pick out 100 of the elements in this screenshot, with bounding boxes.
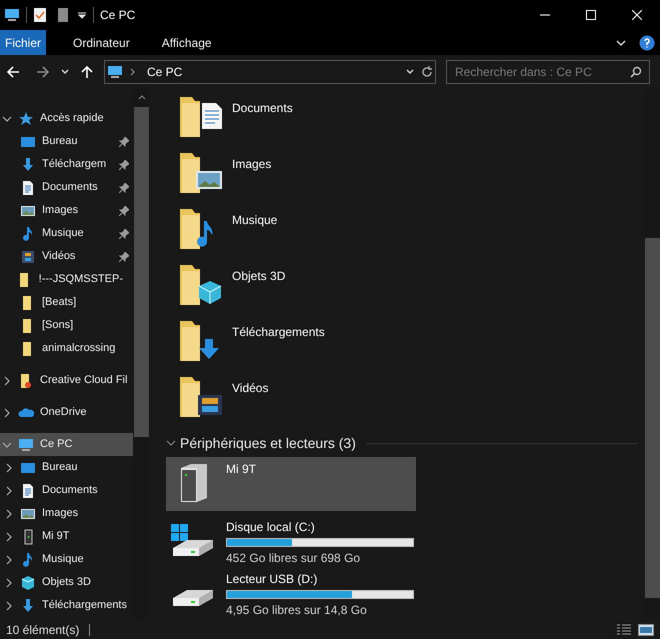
chevron-right-icon[interactable] [4, 462, 14, 472]
chevron-down-icon[interactable] [405, 67, 415, 77]
ribbon-tab[interactable]: Fichier [0, 30, 46, 55]
document-icon [20, 180, 36, 196]
chevron-right-icon[interactable] [2, 408, 12, 418]
free-space-text: 4,95 Go libres sur 14,8 Go [226, 602, 368, 619]
chevron-down-icon[interactable] [2, 114, 12, 124]
forward-arrow-icon[interactable] [36, 65, 50, 79]
sidebar-label: Documents [42, 483, 98, 498]
chevron-right-icon[interactable] [4, 600, 14, 610]
chevron-right-icon[interactable] [4, 486, 14, 496]
sidebar-item[interactable]: Téléchargem [0, 153, 133, 176]
chevron-right-icon[interactable] [4, 554, 14, 564]
pin-icon[interactable] [119, 228, 129, 238]
sidebar-item[interactable]: Bureau [0, 130, 133, 153]
sidebar-item[interactable]: Documents [0, 176, 133, 199]
sidebar-label: Creative Cloud Fil [40, 373, 128, 388]
drive-icon [170, 589, 214, 607]
up-arrow-icon[interactable] [80, 65, 94, 79]
folder-item[interactable]: Objets 3D [166, 261, 645, 317]
item-count: 10 élément(s) [6, 622, 80, 638]
window-title: Ce PC [100, 7, 136, 24]
drive-item[interactable]: Mi 9T [166, 457, 416, 511]
checklist-icon[interactable] [33, 7, 47, 23]
section-heading: Périphériques et lecteurs (3) [180, 434, 356, 453]
chevron-right-icon[interactable] [4, 532, 14, 542]
chevron-right-icon[interactable] [4, 578, 14, 588]
search-icon[interactable] [630, 66, 642, 78]
refresh-icon[interactable] [421, 66, 433, 78]
sidebar-item[interactable]: Musique [0, 222, 133, 245]
document-icon [20, 482, 36, 498]
sidebar-item[interactable]: Images [0, 199, 133, 222]
search-field[interactable]: Rechercher dans : Ce PC [446, 60, 650, 84]
details-view-icon[interactable] [616, 624, 632, 636]
sidebar-label: Images [42, 506, 78, 522]
folder-name: Vidéos [232, 380, 268, 397]
scrollbar-thumb[interactable] [645, 238, 660, 598]
chevron-right-icon[interactable] [2, 376, 12, 386]
address-path[interactable]: Ce PC [147, 63, 182, 81]
drive-name: Mi 9T [226, 461, 256, 478]
sidebar-label: OneDrive [40, 405, 86, 420]
pin-icon[interactable] [119, 136, 129, 146]
folder-item[interactable]: Images [166, 149, 645, 205]
sidebar-item[interactable]: Creative Cloud Fil [0, 369, 133, 392]
chevron-down-icon[interactable] [166, 438, 176, 448]
device-tower-icon [180, 463, 208, 503]
sidebar-item[interactable]: [Beats] [0, 291, 133, 314]
sidebar-item[interactable]: Musique [0, 548, 133, 571]
sidebar-label: [Sons] [42, 318, 74, 334]
large-icons-view-icon[interactable] [638, 624, 654, 636]
drive-item[interactable]: Lecteur USB (D:) 4,95 Go libres sur 14,8 Go [166, 567, 416, 619]
sidebar-item[interactable]: Objets 3D [0, 571, 133, 594]
sidebar-label: Images [42, 203, 78, 218]
sidebar-item[interactable]: Mi 9T [0, 525, 133, 548]
folder-item[interactable]: Téléchargements [166, 317, 645, 373]
scrollbar-thumb[interactable] [134, 107, 149, 437]
sidebar-item[interactable]: OneDrive [0, 401, 133, 424]
folder-name: Téléchargements [232, 324, 325, 341]
help-icon[interactable] [639, 34, 655, 50]
folder-name: Images [232, 156, 272, 173]
system-drive-icon [170, 523, 214, 557]
dropdown-icon[interactable] [77, 10, 87, 20]
sidebar-item[interactable]: [Sons] [0, 314, 133, 337]
sidebar-item[interactable]: Accès rapide [0, 107, 133, 130]
chevron-right-icon[interactable] [4, 508, 14, 518]
ribbon-tab[interactable]: Ordinateur [68, 30, 135, 55]
pin-icon[interactable] [119, 252, 129, 262]
download-arrow-icon [20, 598, 36, 614]
back-arrow-icon[interactable] [6, 65, 20, 79]
free-space-text: 452 Go libres sur 698 Go [226, 550, 362, 567]
sidebar-item[interactable]: animalcrossing [0, 337, 133, 360]
sidebar-label: animalcrossing [42, 341, 116, 356]
sidebar-label: Téléchargements [42, 598, 127, 614]
sidebar-item[interactable]: !---JSQMSSTEP- [0, 268, 133, 291]
pin-icon[interactable] [119, 182, 129, 192]
pin-icon[interactable] [119, 160, 129, 170]
folder-item[interactable]: Documents [166, 93, 645, 149]
folder-item[interactable]: Musique [166, 205, 645, 261]
address-field[interactable]: Ce PC [104, 60, 436, 84]
sidebar-label: Accès rapide [40, 111, 104, 126]
folder-name: Documents [232, 100, 293, 117]
monitor-icon [18, 436, 34, 452]
drive-item[interactable]: Disque local (C:) 452 Go libres sur 698 Go [166, 515, 416, 567]
drive-name: Disque local (C:) [226, 519, 316, 536]
ribbon-tab[interactable]: Affichage [156, 30, 217, 55]
pin-icon[interactable] [119, 206, 129, 216]
sidebar-label: Musique [42, 552, 84, 568]
chevron-down-icon[interactable] [60, 67, 70, 77]
sidebar-item[interactable]: Images [0, 502, 133, 525]
sidebar-label: Bureau [42, 134, 78, 150]
sidebar-item[interactable]: Téléchargements [0, 594, 133, 617]
drive-name: Lecteur USB (D:) [226, 571, 318, 588]
sidebar-item[interactable]: Bureau [0, 456, 133, 479]
folder-item[interactable]: Vidéos [166, 373, 645, 429]
sidebar-item[interactable]: Documents [0, 479, 133, 502]
sidebar-item[interactable]: Vidéos [0, 245, 133, 268]
sidebar-label: Documents [42, 180, 98, 196]
download-arrow-icon [20, 156, 36, 172]
sidebar-item[interactable]: Ce PC [0, 433, 133, 456]
sidebar-label: Bureau [42, 460, 78, 476]
